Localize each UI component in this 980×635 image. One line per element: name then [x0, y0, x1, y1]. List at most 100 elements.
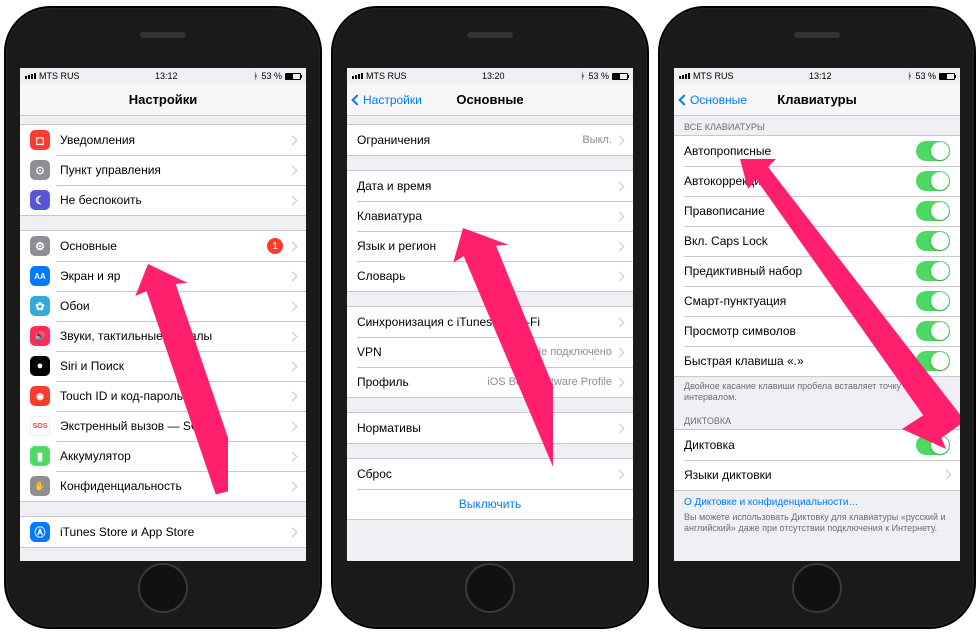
row-touchid[interactable]: ◉Touch ID и код-пароль	[20, 381, 306, 411]
chevron-right-icon	[615, 423, 625, 433]
section-footer: Вы можете использовать Диктовку для клав…	[674, 508, 960, 535]
status-time: 13:12	[809, 71, 832, 81]
bluetooth-icon: ᚼ	[253, 71, 258, 81]
row-siri[interactable]: ●Siri и Поиск	[20, 351, 306, 381]
carrier-label: MTS RUS	[693, 71, 734, 81]
chevron-right-icon	[615, 135, 625, 145]
row-language-region[interactable]: Язык и регион	[347, 231, 633, 261]
status-time: 13:12	[155, 71, 178, 81]
row-dictation-langs[interactable]: Языки диктовки	[674, 460, 960, 490]
row-control-center[interactable]: ⊙Пункт управления	[20, 155, 306, 185]
settings-list[interactable]: ◻Уведомления ⊙Пункт управления ☾Не беспо…	[20, 116, 306, 561]
row-auto-correct[interactable]: Автокоррекция	[674, 166, 960, 196]
wallpaper-icon: ✿	[30, 296, 50, 316]
keyboards-list[interactable]: ВСЕ КЛАВИАТУРЫ Автопрописные Автокоррекц…	[674, 116, 960, 561]
status-bar: MTS RUS 13:12 ᚼ53 %	[674, 68, 960, 84]
row-date-time[interactable]: Дата и время	[347, 171, 633, 201]
row-itunes[interactable]: ⒶiTunes Store и App Store	[20, 517, 306, 547]
page-title: Настройки	[129, 92, 198, 107]
chevron-right-icon	[288, 165, 298, 175]
row-spell-check[interactable]: Правописание	[674, 196, 960, 226]
chevron-right-icon	[288, 195, 298, 205]
chevron-right-icon	[288, 361, 298, 371]
row-battery[interactable]: ▮Аккумулятор	[20, 441, 306, 471]
chevron-right-icon	[288, 391, 298, 401]
notifications-icon: ◻	[30, 130, 50, 150]
row-profile[interactable]: ПрофильiOS Beta Software Profile	[347, 367, 633, 397]
row-restrictions[interactable]: ОграниченияВыкл.	[347, 125, 633, 155]
row-vpn[interactable]: VPNНе подключено	[347, 337, 633, 367]
chevron-right-icon	[615, 211, 625, 221]
page-title: Клавиатуры	[777, 92, 856, 107]
chevron-right-icon	[615, 271, 625, 281]
toggle[interactable]	[916, 435, 950, 455]
row-display[interactable]: AAЭкран и яр	[20, 261, 306, 291]
chevron-right-icon	[615, 347, 625, 357]
battery-icon	[939, 73, 955, 80]
row-predictive[interactable]: Предиктивный набор	[674, 256, 960, 286]
battery-pct: 53 %	[915, 71, 936, 81]
moon-icon: ☾	[30, 190, 50, 210]
screen-2: MTS RUS 13:20 ᚼ53 % Настройки Основные О…	[347, 68, 633, 561]
row-privacy[interactable]: ✋Конфиденциальность	[20, 471, 306, 501]
chevron-left-icon	[678, 94, 689, 105]
row-wallpaper[interactable]: ✿Обои	[20, 291, 306, 321]
row-dictionary[interactable]: Словарь	[347, 261, 633, 291]
dictation-privacy-link[interactable]: О Диктовке и конфиденциальности…	[674, 491, 960, 508]
row-dnd[interactable]: ☾Не беспокоить	[20, 185, 306, 215]
page-title: Основные	[456, 92, 523, 107]
row-regulatory[interactable]: Нормативы	[347, 413, 633, 443]
row-sos[interactable]: SOSЭкстренный вызов — SOS	[20, 411, 306, 441]
chevron-right-icon	[615, 181, 625, 191]
back-button[interactable]: Настройки	[353, 84, 422, 115]
row-auto-caps[interactable]: Автопрописные	[674, 136, 960, 166]
toggle[interactable]	[916, 141, 950, 161]
chevron-left-icon	[351, 94, 362, 105]
row-notifications[interactable]: ◻Уведомления	[20, 125, 306, 155]
row-reset[interactable]: Сброс	[347, 459, 633, 489]
nav-bar: Основные Клавиатуры	[674, 84, 960, 116]
back-button[interactable]: Основные	[680, 84, 747, 115]
row-sounds[interactable]: 🔊Звуки, тактильные сигналы	[20, 321, 306, 351]
row-keyboard[interactable]: Клавиатура	[347, 201, 633, 231]
fingerprint-icon: ◉	[30, 386, 50, 406]
row-general[interactable]: ⚙Основные1	[20, 231, 306, 261]
phone-frame-1: MTS RUS 13:12 ᚼ53 % Настройки ◻Уведомлен…	[6, 8, 320, 627]
toggle[interactable]	[916, 291, 950, 311]
carrier-label: MTS RUS	[39, 71, 80, 81]
bluetooth-icon: ᚼ	[907, 71, 912, 81]
sounds-icon: 🔊	[30, 326, 50, 346]
siri-icon: ●	[30, 356, 50, 376]
toggle[interactable]	[916, 351, 950, 371]
battery-row-icon: ▮	[30, 446, 50, 466]
toggle[interactable]	[916, 321, 950, 341]
toggle[interactable]	[916, 171, 950, 191]
row-itunes-wifi-sync[interactable]: Синхронизация с iTunes по Wi-Fi	[347, 307, 633, 337]
gear-icon: ⚙	[30, 236, 50, 256]
row-char-preview[interactable]: Просмотр символов	[674, 316, 960, 346]
row-dictation[interactable]: Диктовка	[674, 430, 960, 460]
screen-3: MTS RUS 13:12 ᚼ53 % Основные Клавиатуры …	[674, 68, 960, 561]
chevron-right-icon	[288, 241, 298, 251]
nav-bar: Настройки	[20, 84, 306, 116]
general-list[interactable]: ОграниченияВыкл. Дата и время Клавиатура…	[347, 116, 633, 561]
battery-icon	[612, 73, 628, 80]
row-shut-down[interactable]: Выключить	[347, 489, 633, 519]
section-header: ВСЕ КЛАВИАТУРЫ	[674, 116, 960, 135]
chevron-right-icon	[288, 481, 298, 491]
row-caps-lock[interactable]: Вкл. Caps Lock	[674, 226, 960, 256]
signal-icon	[25, 73, 36, 79]
hand-icon: ✋	[30, 476, 50, 496]
screen-1: MTS RUS 13:12 ᚼ53 % Настройки ◻Уведомлен…	[20, 68, 306, 561]
appstore-icon: Ⓐ	[30, 522, 50, 542]
chevron-right-icon	[288, 421, 298, 431]
status-bar: MTS RUS 13:20 ᚼ53 %	[347, 68, 633, 84]
toggle[interactable]	[916, 201, 950, 221]
toggle[interactable]	[916, 231, 950, 251]
chevron-right-icon	[615, 317, 625, 327]
row-smart-punct[interactable]: Смарт-пунктуация	[674, 286, 960, 316]
row-period-shortcut[interactable]: Быстрая клавиша «.»	[674, 346, 960, 376]
chevron-right-icon	[288, 271, 298, 281]
phone-frame-3: MTS RUS 13:12 ᚼ53 % Основные Клавиатуры …	[660, 8, 974, 627]
toggle[interactable]	[916, 261, 950, 281]
